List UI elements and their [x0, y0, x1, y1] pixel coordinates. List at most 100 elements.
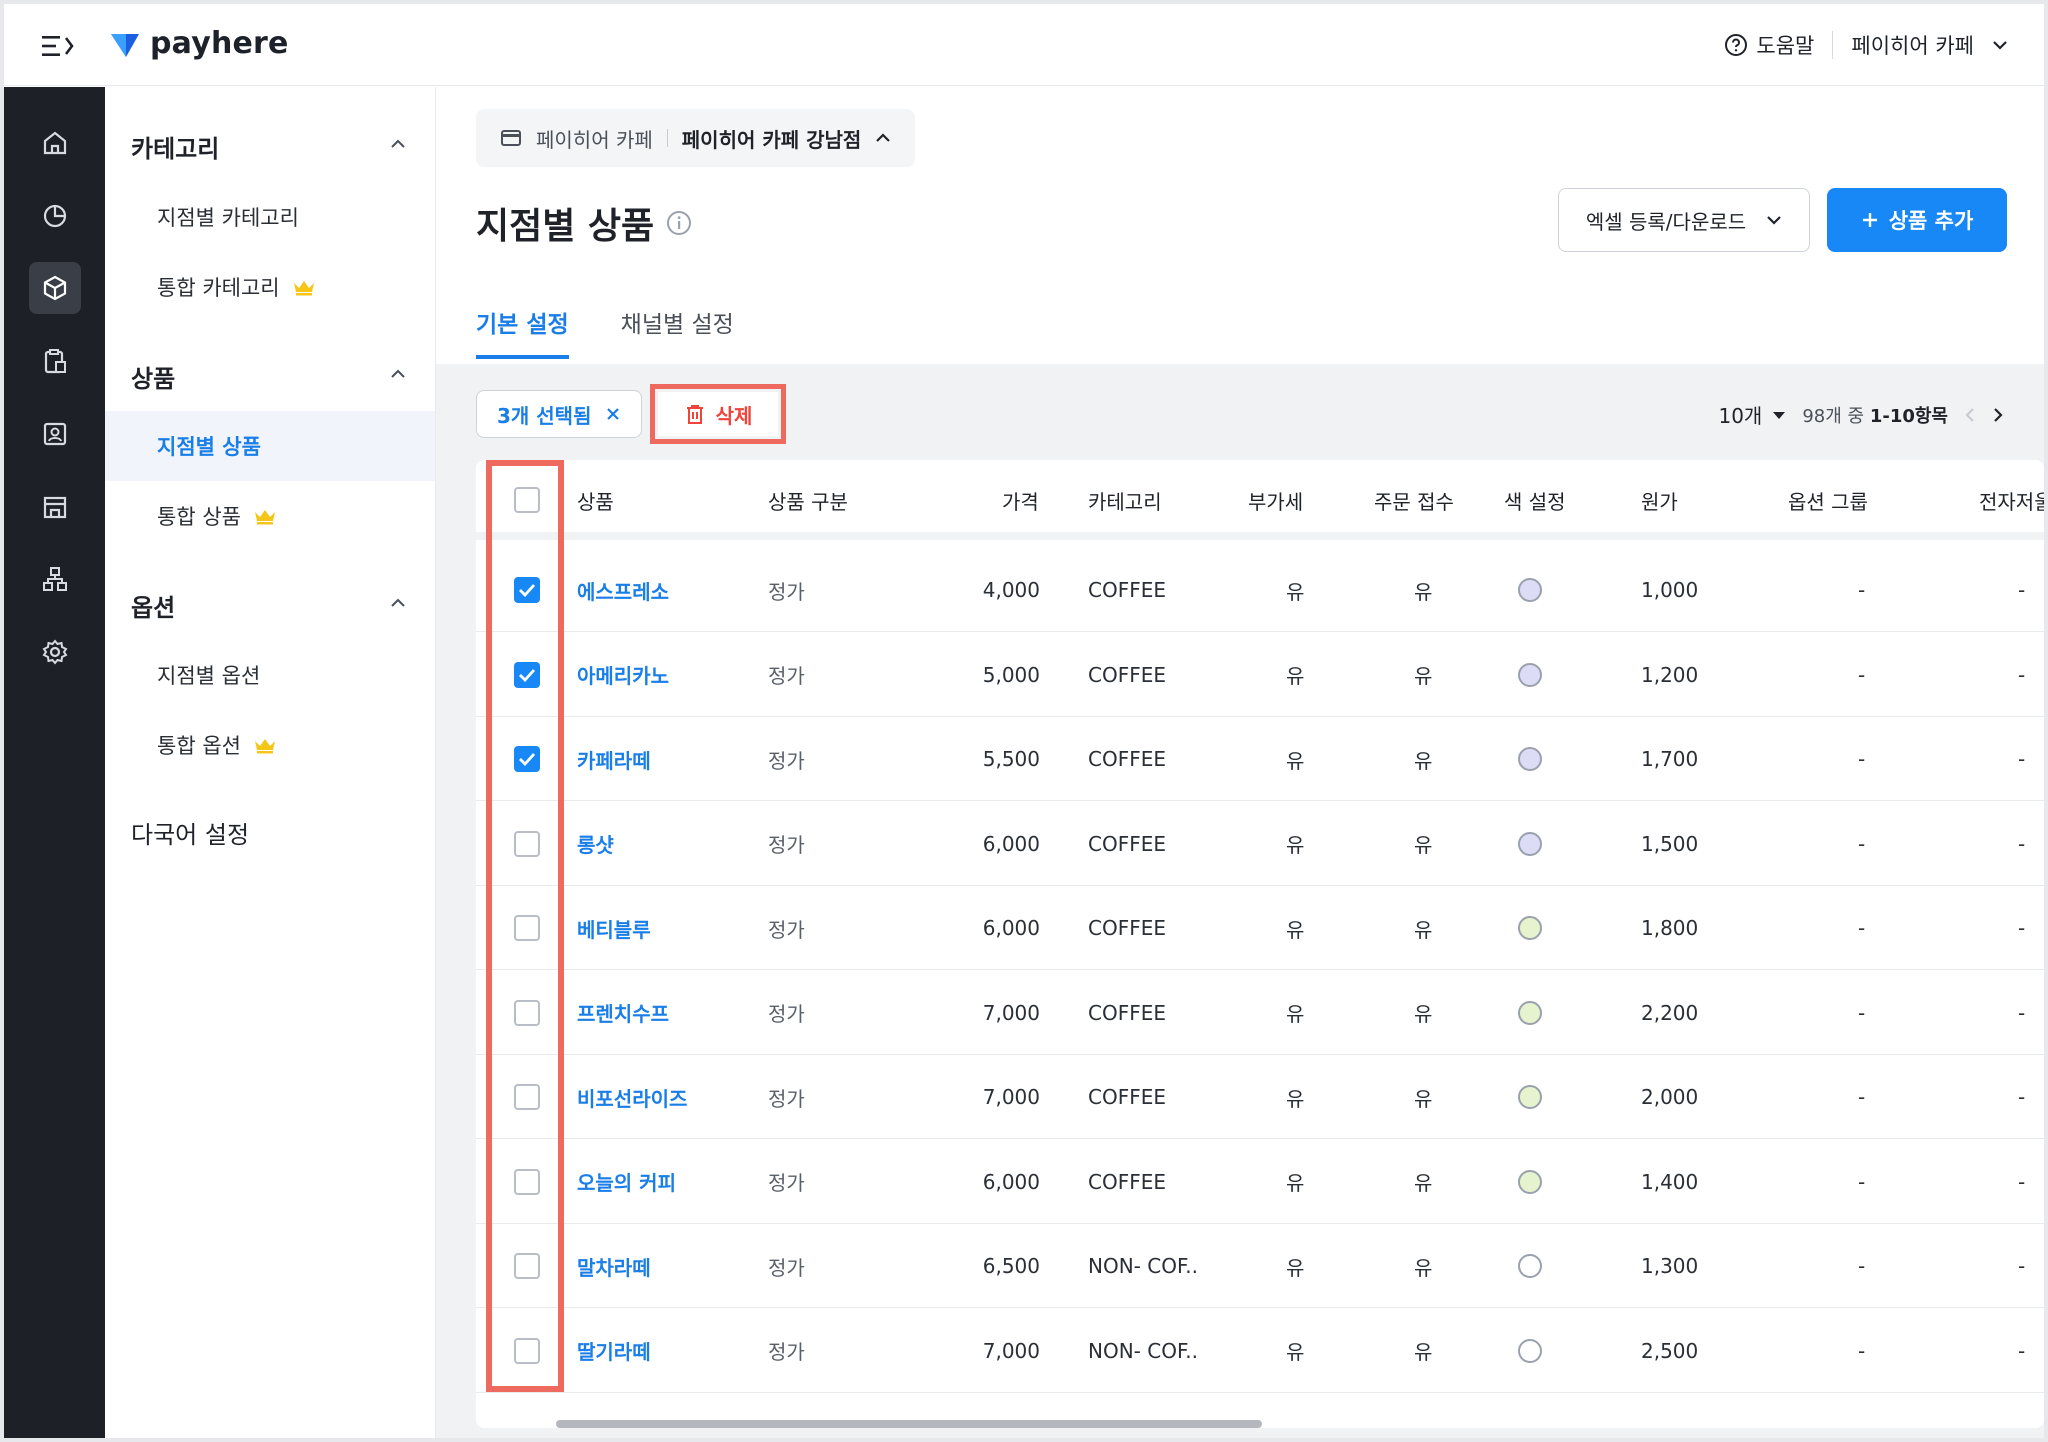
- table-row[interactable]: 롱샷 정가 6,000 COFFEE 유 유 1,500 - -: [476, 802, 2044, 886]
- chevron-left-icon[interactable]: [1964, 406, 1976, 424]
- cell-product-type: 정가: [768, 833, 805, 857]
- cell-product-name[interactable]: 딸기라떼: [577, 1309, 651, 1393]
- horizontal-scrollbar[interactable]: [556, 1420, 1262, 1428]
- cell-option-group: -: [1858, 1254, 1866, 1278]
- col-header-product[interactable]: 상품: [577, 460, 614, 540]
- rail-customers[interactable]: [29, 408, 81, 460]
- cell-category: COFFEE: [1088, 916, 1166, 940]
- rail-store[interactable]: [29, 481, 81, 533]
- color-swatch[interactable]: [1518, 1169, 1542, 1194]
- table-row[interactable]: 아메리카노 정가 5,000 COFFEE 유 유 1,200 - -: [476, 633, 2044, 717]
- rail-settings[interactable]: [29, 626, 81, 678]
- brand-logo[interactable]: payhere: [110, 26, 289, 61]
- cell-product-name[interactable]: 롱샷: [577, 802, 614, 886]
- col-header-category[interactable]: 카테고리: [1088, 460, 1162, 540]
- add-product-button[interactable]: 상품 추가: [1827, 188, 2007, 252]
- help-link[interactable]: 도움말: [1724, 30, 1814, 60]
- col-header-order[interactable]: 주문 접수: [1374, 460, 1454, 540]
- cell-vat: 유: [1286, 579, 1305, 604]
- sidebar-group-product[interactable]: 상품: [131, 359, 175, 394]
- close-icon[interactable]: [605, 406, 621, 422]
- color-swatch[interactable]: [1518, 916, 1542, 940]
- delete-button[interactable]: 삭제: [658, 392, 778, 436]
- tab-channel-settings[interactable]: 채널별 설정: [621, 305, 734, 359]
- cell-cost: 1,500: [1641, 831, 1699, 856]
- rail-organization[interactable]: [29, 553, 81, 605]
- col-header-vat[interactable]: 부가세: [1248, 460, 1303, 540]
- breadcrumb-current[interactable]: 페이히어 카페 강남점: [682, 124, 862, 153]
- table-row[interactable]: 딸기라떼 정가 7,000 NON- COF.. 유 유 2,500 - -: [476, 1309, 2044, 1393]
- cell-vat: 유: [1286, 1171, 1305, 1195]
- rail-products[interactable]: [29, 262, 81, 314]
- sidebar-item-branch-option[interactable]: 지점별 옵션: [105, 640, 435, 710]
- table-row[interactable]: 프렌치수프 정가 7,000 COFFEE 유 유 2,200 - -: [476, 971, 2044, 1055]
- store-selector[interactable]: 페이히어 카페: [1851, 30, 2008, 60]
- info-icon[interactable]: [666, 210, 692, 236]
- color-swatch[interactable]: [1518, 831, 1542, 856]
- color-swatch[interactable]: [1518, 578, 1542, 602]
- chart-icon: [43, 204, 67, 228]
- table-row[interactable]: 비포선라이즈 정가 7,000 COFFEE 유 유 2,000 - -: [476, 1055, 2044, 1139]
- cell-scale: -: [2018, 1254, 2026, 1278]
- cell-product-type: 정가: [768, 1086, 805, 1111]
- table-row[interactable]: 베티블루 정가 6,000 COFFEE 유 유 1,800 - -: [476, 886, 2044, 970]
- color-swatch[interactable]: [1518, 1254, 1542, 1278]
- col-header-type[interactable]: 상품 구분: [768, 460, 848, 540]
- color-swatch[interactable]: [1518, 747, 1542, 771]
- sidebar-item-branch-category[interactable]: 지점별 카테고리: [105, 182, 435, 252]
- excel-button[interactable]: 엑셀 등록/다운로드: [1558, 188, 1810, 252]
- cell-cost: 1,300: [1641, 1254, 1699, 1278]
- col-header-option-group[interactable]: 옵션 그룹: [1788, 460, 1868, 540]
- sidebar-item-branch-product[interactable]: 지점별 상품: [105, 411, 435, 481]
- trash-icon: [686, 405, 703, 424]
- cell-product-name[interactable]: 비포선라이즈: [577, 1055, 687, 1139]
- cell-color: [1518, 971, 1542, 1055]
- col-header-price[interactable]: 가격: [1002, 460, 1039, 540]
- sidebar-group-category[interactable]: 카테고리: [131, 129, 219, 164]
- selection-chip[interactable]: 3개 선택됨: [476, 390, 643, 438]
- sidebar-item-multilingual[interactable]: 다국어 설정: [131, 815, 249, 850]
- col-header-cost[interactable]: 원가: [1641, 460, 1678, 540]
- sidebar-item-label: 통합 옵션: [157, 734, 241, 758]
- sidebar-item-integrated-option[interactable]: 통합 옵션: [105, 710, 435, 780]
- rail-orders[interactable]: [29, 335, 81, 387]
- cell-product-name[interactable]: 베티블루: [577, 886, 651, 970]
- color-swatch[interactable]: [1518, 1085, 1542, 1109]
- cell-product-name[interactable]: 오늘의 커피: [577, 1140, 676, 1224]
- col-header-color[interactable]: 색 설정: [1504, 460, 1566, 540]
- table-row[interactable]: 에스프레소 정가 4,000 COFFEE 유 유 1,000 - -: [476, 548, 2044, 632]
- cell-order: 유: [1414, 1255, 1433, 1280]
- breadcrumb-parent[interactable]: 페이히어 카페: [536, 124, 653, 153]
- rail-sales[interactable]: [29, 190, 81, 242]
- color-swatch[interactable]: [1518, 1338, 1542, 1363]
- breadcrumb[interactable]: 페이히어 카페 페이히어 카페 강남점: [476, 109, 916, 167]
- cell-product-name[interactable]: 카페라떼: [577, 717, 651, 801]
- cell-scale: -: [2018, 578, 2026, 602]
- cell-product-name[interactable]: 말차라떼: [577, 1224, 651, 1308]
- sidebar-item-integrated-category[interactable]: 통합 카테고리: [105, 252, 435, 322]
- cell-product-name[interactable]: 프렌치수프: [577, 971, 669, 1055]
- payhere-logo-icon: [111, 33, 139, 57]
- page-size-select[interactable]: 10개: [1718, 400, 1786, 429]
- cell-category: COFFEE: [1088, 1085, 1166, 1109]
- table-row[interactable]: 카페라떼 정가 5,500 COFFEE 유 유 1,700 - -: [476, 717, 2044, 801]
- color-swatch[interactable]: [1518, 1000, 1542, 1025]
- cell-product-name[interactable]: 에스프레소: [577, 548, 669, 632]
- gear-icon: [42, 639, 68, 665]
- cell-option-group: -: [1858, 1000, 1866, 1025]
- sidebar-group-option[interactable]: 옵션: [131, 588, 175, 623]
- color-swatch[interactable]: [1518, 662, 1542, 687]
- chevron-up-icon[interactable]: [389, 594, 407, 612]
- rail-home[interactable]: [29, 117, 81, 169]
- table-row[interactable]: 오늘의 커피 정가 6,000 COFFEE 유 유 1,400 - -: [476, 1140, 2044, 1224]
- chevron-up-icon[interactable]: [389, 365, 407, 383]
- tab-basic-settings[interactable]: 기본 설정: [476, 305, 569, 359]
- table-row[interactable]: 말차라떼 정가 6,500 NON- COF.. 유 유 1,300 - -: [476, 1224, 2044, 1308]
- sidebar-item-integrated-product[interactable]: 통합 상품: [105, 481, 435, 551]
- chevron-up-icon[interactable]: [389, 135, 407, 153]
- sidebar-item-label: 통합 카테고리: [157, 276, 280, 300]
- chevron-right-icon[interactable]: [1992, 406, 2004, 424]
- menu-toggle-icon[interactable]: [40, 32, 74, 60]
- cell-product-name[interactable]: 아메리카노: [577, 633, 669, 717]
- col-header-scale[interactable]: 전자저울: [1979, 460, 2044, 540]
